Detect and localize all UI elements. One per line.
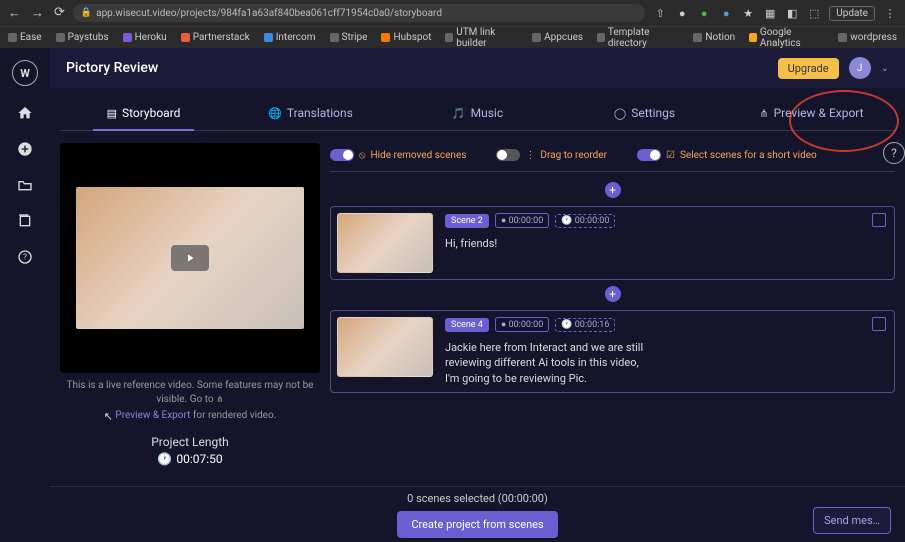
toggle-select-short[interactable]	[637, 149, 661, 161]
clock-icon: 🕐	[157, 452, 172, 466]
project-length-label: Project Length	[60, 435, 320, 449]
send-message-button[interactable]: Send mes…	[813, 507, 891, 534]
extension-icon[interactable]: ◧	[785, 6, 799, 20]
share-icon: ⋔	[759, 107, 768, 120]
bookmark-item[interactable]: Heroku	[123, 32, 167, 43]
chevron-down-icon[interactable]: ⌄	[881, 63, 889, 74]
bookmarks-bar: Ease Paystubs Heroku Partnerstack Interc…	[0, 26, 905, 48]
home-icon[interactable]	[16, 104, 34, 122]
settings-icon: ◯	[614, 107, 626, 120]
cursor-icon: ↖	[104, 409, 113, 424]
extension-icon[interactable]: ★	[741, 6, 755, 20]
bookmark-item[interactable]: Template directory	[597, 27, 679, 49]
create-project-button[interactable]: Create project from scenes	[397, 511, 557, 538]
tab-translations[interactable]: 🌐Translations	[227, 96, 394, 130]
bookmark-item[interactable]: Ease	[8, 32, 42, 43]
extension-icon[interactable]: ●	[719, 6, 733, 20]
scene-thumbnail[interactable]	[337, 317, 433, 377]
scene-thumbnail[interactable]	[337, 213, 433, 273]
reload-button[interactable]: ⟳	[54, 5, 65, 21]
project-length-time: 🕐00:07:50	[60, 452, 320, 466]
play-button[interactable]	[170, 244, 210, 272]
url-bar[interactable]: 🔒 app.wisecut.video/projects/984fa1a63af…	[73, 4, 645, 22]
scene-badge: Scene 2	[445, 214, 489, 228]
bookmark-item[interactable]: UTM link builder	[445, 27, 518, 49]
app-logo[interactable]: W	[12, 60, 38, 86]
bookmark-item[interactable]: Stripe	[330, 32, 368, 43]
preview-video	[60, 143, 320, 373]
checkbox-icon: ☑	[666, 150, 675, 161]
help-icon[interactable]: ?	[16, 248, 34, 266]
scene-end-time[interactable]: 🕐 00:00:16	[555, 318, 615, 332]
extension-icon[interactable]: ●	[697, 6, 711, 20]
scene-checkbox[interactable]	[872, 213, 886, 227]
preview-export-link[interactable]: Preview & Export	[115, 410, 190, 421]
drag-reorder-label: Drag to reorder	[540, 150, 607, 161]
bookmark-item[interactable]: Appcues	[532, 32, 583, 43]
scene-start-time[interactable]: ● 00:00:00	[495, 213, 549, 228]
tab-storyboard[interactable]: ▤Storyboard	[60, 96, 227, 130]
browser-menu-icon[interactable]: ⋮	[883, 6, 897, 20]
browser-update-button[interactable]: Update	[829, 6, 875, 21]
forward-button[interactable]: →	[31, 5, 44, 21]
scene-row[interactable]: Scene 2 ● 00:00:00 🕐 00:00:00 Hi, friend…	[330, 206, 895, 280]
bookmark-item[interactable]: Hubspot	[381, 32, 431, 43]
lock-icon: 🔒	[81, 8, 92, 18]
add-scene-button[interactable]: +	[605, 182, 621, 198]
browser-toolbar: ← → ⟳ 🔒 app.wisecut.video/projects/984fa…	[0, 0, 905, 26]
upgrade-button[interactable]: Upgrade	[778, 58, 839, 79]
project-title: Pictory Review	[66, 60, 158, 76]
folder-icon[interactable]	[16, 176, 34, 194]
add-icon[interactable]	[16, 140, 34, 158]
eye-off-icon: ⦸	[359, 150, 366, 161]
tab-settings[interactable]: ◯Settings	[561, 96, 728, 130]
extension-icon[interactable]: ▦	[763, 6, 777, 20]
scene-badge: Scene 4	[445, 318, 489, 332]
tabs: ▤Storyboard 🌐Translations 🎵Music ◯Settin…	[60, 96, 895, 131]
context-help-button[interactable]: ?	[883, 142, 905, 164]
avatar[interactable]: J	[849, 57, 871, 79]
bookmark-item[interactable]: wordpress	[838, 32, 897, 43]
url-text: app.wisecut.video/projects/984fa1a63af84…	[96, 8, 442, 19]
scene-end-time[interactable]: 🕐 00:00:00	[555, 214, 615, 228]
scene-checkbox[interactable]	[872, 317, 886, 331]
music-icon: 🎵	[452, 107, 466, 120]
divider	[330, 171, 895, 172]
share-icon: ⋔	[216, 395, 224, 405]
drag-icon: ⋮	[525, 150, 535, 161]
toggle-drag-reorder[interactable]	[496, 149, 520, 161]
hide-removed-label: Hide removed scenes	[371, 150, 467, 161]
scene-transcript[interactable]: Hi, friends!	[445, 236, 645, 251]
svg-text:?: ?	[23, 253, 27, 262]
share-icon[interactable]: ⇧	[653, 6, 667, 20]
extension-icon[interactable]: ●	[675, 6, 689, 20]
globe-icon: 🌐	[268, 107, 282, 120]
storyboard-icon: ▤	[107, 107, 117, 120]
tab-preview-export[interactable]: ⋔Preview & Export	[728, 96, 895, 130]
bookmark-item[interactable]: Google Analytics	[749, 27, 824, 49]
bookmark-item[interactable]: Intercom	[264, 32, 316, 43]
left-nav-rail: W ?	[0, 48, 50, 542]
back-button[interactable]: ←	[8, 5, 21, 21]
bookmark-item[interactable]: Partnerstack	[181, 32, 250, 43]
footer-bar: 0 scenes selected (00:00:00) Create proj…	[50, 486, 905, 542]
bookmark-item[interactable]: Notion	[693, 32, 735, 43]
scene-row[interactable]: Scene 4 ● 00:00:00 🕐 00:00:16 Jackie her…	[330, 310, 895, 393]
scenes-selected-label: 0 scenes selected (00:00:00)	[407, 492, 548, 505]
tab-music[interactable]: 🎵Music	[394, 96, 561, 130]
select-short-label: Select scenes for a short video	[680, 150, 817, 161]
library-icon[interactable]	[16, 212, 34, 230]
bookmark-item[interactable]: Paystubs	[56, 32, 109, 43]
add-scene-button[interactable]: +	[605, 286, 621, 302]
preview-caption: This is a live reference video. Some fea…	[60, 379, 320, 423]
scene-start-time[interactable]: ● 00:00:00	[495, 317, 549, 332]
toggle-hide-removed[interactable]	[330, 149, 354, 161]
extension-icon[interactable]: ⬚	[807, 6, 821, 20]
scene-transcript[interactable]: Jackie here from Interact and we are sti…	[445, 340, 645, 386]
top-bar: Pictory Review Upgrade J ⌄	[50, 48, 905, 88]
